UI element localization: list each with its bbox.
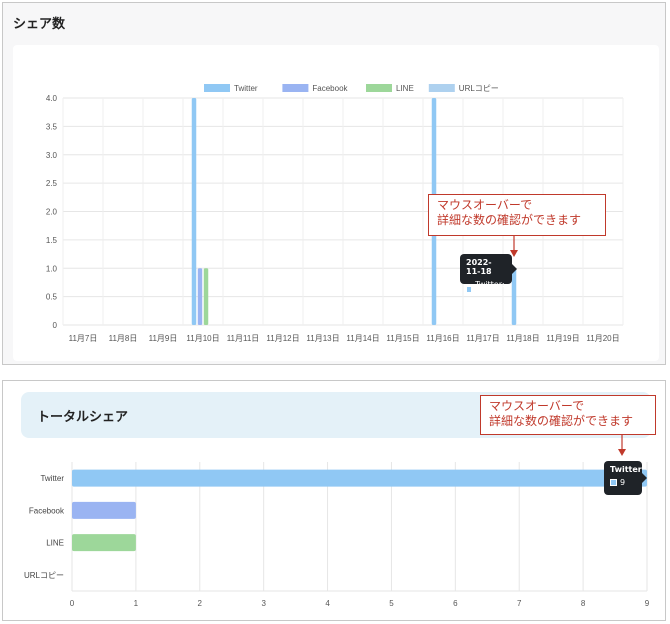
y-tick-label: LINE	[46, 539, 64, 548]
x-tick-label: 7	[517, 599, 522, 608]
bar-line[interactable]	[72, 534, 136, 552]
y-tick-label: Facebook	[29, 506, 65, 515]
mouseover-callout-top: マウスオーバーで 詳細な数の確認ができます	[428, 194, 606, 236]
tooltip-swatch	[466, 285, 473, 293]
x-tick-label: 9	[645, 599, 650, 608]
x-tick-label: 5	[389, 599, 394, 608]
mouseover-callout-bottom: マウスオーバーで 詳細な数の確認ができます	[480, 395, 656, 435]
tooltip-series-name: Twitter	[610, 465, 642, 474]
hover-tooltip-bottom: Twitter 9	[604, 461, 647, 495]
y-tick-label: Twitter	[40, 474, 64, 483]
x-tick-label: 0	[70, 599, 75, 608]
tooltip-pointer	[642, 473, 647, 483]
tooltip-date: 2022-11-18	[466, 258, 492, 276]
tooltip-swatch	[610, 479, 617, 486]
x-tick-label: 8	[581, 599, 586, 608]
bar-facebook[interactable]	[72, 501, 136, 519]
x-tick-label: 2	[198, 599, 203, 608]
y-tick-label: URLコピー	[24, 571, 64, 580]
tooltip-value: 9	[620, 478, 626, 487]
tooltip-row: Twitter: 1	[466, 280, 506, 298]
x-tick-label: 1	[134, 599, 139, 608]
bar-twitter[interactable]	[72, 469, 647, 487]
total-share-chart[interactable]: 0 1 2 3 4 5 6 7 8 9 Twitter Facebook LINE URLコピー	[0, 0, 670, 624]
tooltip-value: Twitter: 1	[475, 280, 505, 298]
x-tick-label: 6	[453, 599, 458, 608]
tooltip-row: 9	[610, 478, 636, 487]
x-tick-label: 4	[325, 599, 330, 608]
tooltip-pointer	[512, 264, 517, 274]
x-tick-label: 3	[261, 599, 266, 608]
hover-tooltip-top: 2022-11-18 Twitter: 1	[460, 254, 517, 298]
